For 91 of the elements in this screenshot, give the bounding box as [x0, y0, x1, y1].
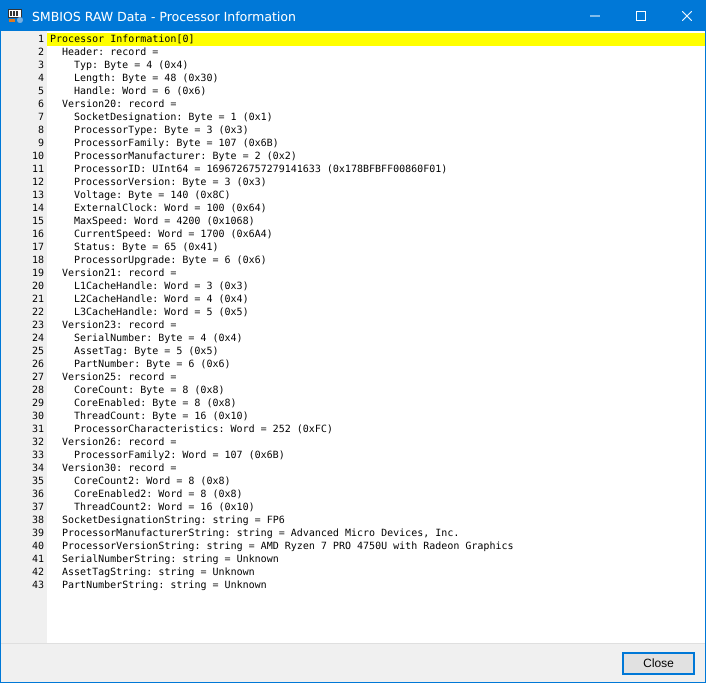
code-line: AssetTag: Byte = 5 (0x5)	[74, 346, 218, 357]
line-number: 20	[30, 280, 44, 293]
window-title: SMBIOS RAW Data - Processor Information	[32, 8, 296, 24]
line-number: 6	[36, 98, 44, 111]
code-line: Version30: record =	[62, 463, 176, 474]
code-line: ProcessorCharacteristics: Word = 252 (0xFC)	[74, 424, 333, 435]
code-line: ProcessorFamily: Byte = 107 (0x6B)	[74, 138, 279, 149]
code-line: ProcessorVersionString: string = AMD Ryzen 7 PRO 4750U with Radeon Graphics	[62, 541, 514, 552]
code-line: Header: record =	[62, 47, 158, 58]
code-line: SocketDesignationString: string = FP6	[62, 515, 285, 526]
line-number: 32	[30, 436, 44, 449]
line-number: 15	[30, 215, 44, 228]
code-line: SocketDesignation: Byte = 1 (0x1)	[74, 112, 273, 123]
line-number: 42	[30, 566, 44, 579]
line-number: 3	[36, 59, 44, 72]
code-line: Version26: record =	[62, 437, 176, 448]
line-number: 26	[30, 358, 44, 371]
code-line: ProcessorVersion: Byte = 3 (0x3)	[74, 177, 267, 188]
code-line: ProcessorType: Byte = 3 (0x3)	[74, 125, 249, 136]
code-line: CoreCount2: Word = 8 (0x8)	[74, 476, 231, 487]
code-line: ProcessorUpgrade: Byte = 6 (0x6)	[74, 255, 267, 266]
code-line: ProcessorManufacturer: Byte = 2 (0x2)	[74, 151, 297, 162]
code-line: PartNumberString: string = Unknown	[62, 580, 267, 591]
code-line: Typ: Byte = 4 (0x4)	[74, 60, 188, 71]
line-number: 2	[36, 46, 44, 59]
line-number: 27	[30, 371, 44, 384]
line-number: 7	[36, 111, 44, 124]
code-line: Status: Byte = 65 (0x41)	[74, 242, 218, 253]
line-number: 5	[36, 85, 44, 98]
line-number: 30	[30, 410, 44, 423]
line-number: 11	[30, 163, 44, 176]
code-line: Voltage: Byte = 140 (0x8C)	[74, 190, 231, 201]
code-line: L2CacheHandle: Word = 4 (0x4)	[74, 294, 249, 305]
line-number: 43	[30, 579, 44, 592]
line-number: 34	[30, 462, 44, 475]
line-number: 22	[30, 306, 44, 319]
app-icon	[8, 9, 24, 23]
maximize-icon[interactable]	[636, 11, 646, 21]
code-line: L3CacheHandle: Word = 5 (0x5)	[74, 307, 249, 318]
line-number: 41	[30, 553, 44, 566]
line-number: 36	[30, 488, 44, 501]
line-number: 24	[30, 332, 44, 345]
line-number: 33	[30, 449, 44, 462]
line-number: 9	[36, 137, 44, 150]
code-line: MaxSpeed: Word = 4200 (0x1068)	[74, 216, 255, 227]
line-number: 35	[30, 475, 44, 488]
code-line: SerialNumberString: string = Unknown	[62, 554, 279, 565]
line-number: 25	[30, 345, 44, 358]
code-line: SerialNumber: Byte = 4 (0x4)	[74, 333, 243, 344]
line-number: 38	[30, 514, 44, 527]
code-line: ThreadCount: Byte = 16 (0x10)	[74, 411, 249, 422]
line-number: 31	[30, 423, 44, 436]
code-line: Version20: record =	[62, 99, 176, 110]
line-number: 39	[30, 527, 44, 540]
line-number: 18	[30, 254, 44, 267]
code-line: ProcessorID: UInt64 = 1696726757279141633 (0x178BFBFF00860F01)	[74, 164, 448, 175]
line-number: 37	[30, 501, 44, 514]
line-number: 4	[36, 72, 44, 85]
line-number: 28	[30, 384, 44, 397]
line-number: 19	[30, 267, 44, 280]
code-line: Length: Byte = 48 (0x30)	[74, 73, 218, 84]
line-number: 10	[30, 150, 44, 163]
line-number: 8	[36, 124, 44, 137]
code-line: Version21: record =	[62, 268, 176, 279]
line-number: 13	[30, 189, 44, 202]
line-number: 14	[30, 202, 44, 215]
line-number: 1	[36, 33, 44, 46]
code-line: Version23: record =	[62, 320, 176, 331]
code-line: CoreCount: Byte = 8 (0x8)	[74, 385, 225, 396]
code-line: PartNumber: Byte = 6 (0x6)	[74, 359, 231, 370]
close-button[interactable]: Close	[622, 652, 695, 674]
code-line: Processor Information[0]	[50, 34, 194, 45]
line-number: 16	[30, 228, 44, 241]
code-line: ExternalClock: Word = 100 (0x64)	[74, 203, 267, 214]
line-number: 12	[30, 176, 44, 189]
code-line: Version25: record =	[62, 372, 176, 383]
code-line: L1CacheHandle: Word = 3 (0x3)	[74, 281, 249, 292]
code-line: CurrentSpeed: Word = 1700 (0x6A4)	[74, 229, 273, 240]
code-line: ProcessorManufacturerString: string = Advanced Micro Devices, Inc.	[62, 528, 460, 539]
line-number: 29	[30, 397, 44, 410]
code-line: ThreadCount2: Word = 16 (0x10)	[74, 502, 255, 513]
code-line: AssetTagString: string = Unknown	[62, 567, 255, 578]
code-line: CoreEnabled2: Word = 8 (0x8)	[74, 489, 243, 500]
line-number: 21	[30, 293, 44, 306]
line-number: 40	[30, 540, 44, 553]
line-number: 17	[30, 241, 44, 254]
close-icon[interactable]	[682, 11, 692, 21]
code-line: CoreEnabled: Byte = 8 (0x8)	[74, 398, 237, 409]
code-line: ProcessorFamily2: Word = 107 (0x6B)	[74, 450, 285, 461]
line-number: 23	[30, 319, 44, 332]
code-line: Handle: Word = 6 (0x6)	[74, 86, 206, 97]
